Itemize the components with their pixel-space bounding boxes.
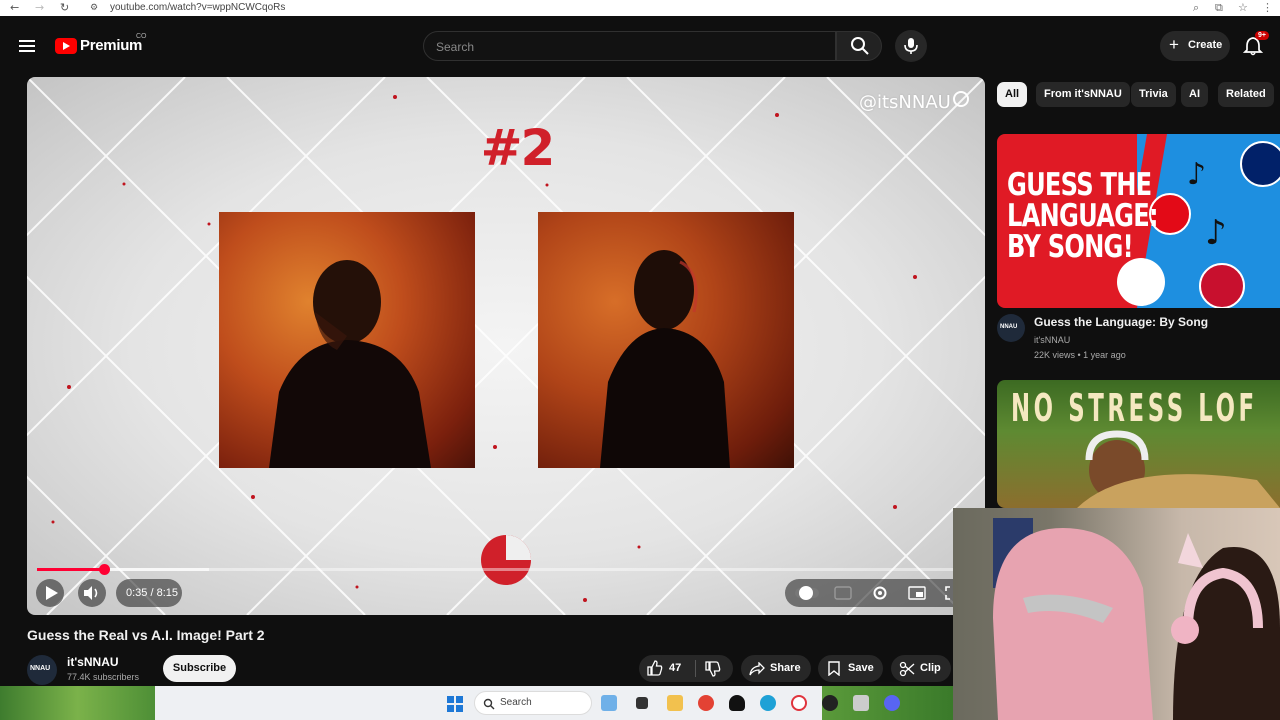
- reload-icon[interactable]: ↻: [60, 1, 69, 14]
- like-count: 47: [669, 662, 682, 674]
- discord-icon[interactable]: [884, 695, 900, 711]
- thumbnail-1-text: GUESS THE LANGUAGE: BY SONG!: [1007, 167, 1159, 265]
- obs-icon[interactable]: [822, 695, 838, 711]
- subscribe-button[interactable]: Subscribe: [163, 655, 236, 682]
- round-number: #2: [480, 119, 556, 177]
- edge-icon[interactable]: [760, 695, 776, 711]
- share-label: Share: [770, 662, 801, 674]
- taskbar-search-label: Search: [500, 697, 532, 708]
- progress-played: [37, 568, 104, 571]
- browser-toolbar: ← → ↻ ⚙ youtube.com/watch?v=wppNCWCqoRs …: [0, 0, 1280, 16]
- save-button[interactable]: Save: [818, 655, 883, 682]
- save-label: Save: [848, 662, 874, 674]
- share-button[interactable]: Share: [741, 655, 811, 682]
- volume-button[interactable]: [78, 579, 106, 607]
- taskbar-search[interactable]: Search: [474, 691, 592, 715]
- chrome-icon[interactable]: [698, 695, 714, 711]
- menu-icon[interactable]: [19, 40, 35, 52]
- install-icon[interactable]: ⧉: [1215, 1, 1223, 15]
- countdown-timer-icon: [481, 535, 531, 585]
- search-icon: [851, 37, 869, 55]
- country-code: CO: [136, 33, 147, 40]
- bookmark-icon: [828, 661, 840, 676]
- taskbar-search-icon: [483, 698, 495, 710]
- sidebar-thumbnail-2[interactable]: NO STRESS LOF: [997, 380, 1280, 508]
- forward-icon[interactable]: →: [35, 1, 44, 14]
- opera-icon[interactable]: [791, 695, 807, 711]
- watermark-ring-icon: [953, 91, 969, 107]
- microphone-icon: [904, 38, 918, 54]
- file-explorer-icon[interactable]: [667, 695, 683, 711]
- channel-watermark: @itsNNAU: [859, 92, 951, 113]
- dislike-button[interactable]: [696, 655, 733, 682]
- svg-text:♪: ♪: [1205, 213, 1227, 253]
- chip-all[interactable]: All: [997, 82, 1028, 107]
- like-button[interactable]: 47: [639, 655, 694, 682]
- scissors-icon: [899, 661, 915, 677]
- portrait-image-a: [219, 212, 475, 468]
- search-input[interactable]: [436, 38, 816, 56]
- search-button[interactable]: [836, 31, 882, 61]
- time-display: 0:35 / 8:15: [126, 587, 178, 599]
- notifications-button[interactable]: 9+: [1243, 31, 1269, 58]
- chip-from-channel[interactable]: From it'sNNAU: [1036, 82, 1130, 107]
- desktop-wallpaper-strip: [0, 686, 155, 720]
- subtitles-icon[interactable]: [834, 586, 852, 600]
- create-label: Create: [1188, 39, 1223, 51]
- windows-taskbar: Search: [0, 686, 953, 720]
- sidebar-channel-name[interactable]: it'sNNAU: [1034, 335, 1070, 345]
- widgets-icon[interactable]: [601, 695, 617, 711]
- thumbs-down-icon: [705, 661, 721, 677]
- clip-label: Clip: [920, 662, 941, 674]
- channel-avatar[interactable]: NNAU: [27, 655, 57, 685]
- voice-search-button[interactable]: [895, 30, 927, 62]
- volume-icon: [84, 586, 98, 600]
- windows-start-icon[interactable]: [447, 696, 463, 712]
- notification-badge: 9+: [1255, 31, 1269, 40]
- address-bar[interactable]: youtube.com/watch?v=wppNCWCqoRs: [110, 2, 285, 13]
- play-icon: [46, 586, 58, 600]
- video-player[interactable]: #2 @itsNNAU 0:35 / 8:15: [27, 77, 985, 615]
- zoom-icon[interactable]: ⌕: [1193, 1, 1199, 15]
- plus-icon: +: [1169, 35, 1179, 54]
- create-button[interactable]: + Create: [1160, 31, 1230, 61]
- share-arrow-icon: [749, 662, 765, 676]
- app-icon[interactable]: [729, 695, 745, 711]
- youtube-logo-icon[interactable]: [55, 38, 77, 54]
- chip-trivia[interactable]: Trivia: [1131, 82, 1176, 107]
- autoplay-toggle[interactable]: [795, 586, 819, 600]
- subscriber-count: 77.4K subscribers: [67, 672, 140, 682]
- search-box[interactable]: [423, 31, 836, 61]
- site-info-icon[interactable]: ⚙: [90, 3, 98, 13]
- channel-name[interactable]: it'sNNAU: [67, 655, 119, 669]
- sidebar-thumbnail-1[interactable]: ♪ ♪ GUESS THE LANGUAGE: BY SONG!: [997, 134, 1280, 308]
- masthead: Premium CO + Create 9+: [0, 16, 1280, 76]
- menu-dots-icon[interactable]: ⋮: [1262, 1, 1273, 14]
- clip-button[interactable]: Clip: [891, 655, 951, 682]
- chip-ai[interactable]: AI: [1181, 82, 1208, 107]
- svg-text:♪: ♪: [1187, 157, 1206, 192]
- settings-gear-icon[interactable]: [871, 584, 889, 602]
- back-icon[interactable]: ←: [10, 1, 19, 14]
- miniplayer-icon[interactable]: [908, 586, 926, 600]
- bookmark-star-icon[interactable]: ☆: [1238, 1, 1248, 14]
- portrait-image-b: [538, 212, 794, 468]
- sidebar-video-meta: 22K views • 1 year ago: [1034, 350, 1126, 360]
- streamer-camera-feed: [993, 518, 1280, 720]
- like-dislike-group: 47: [639, 655, 733, 682]
- chip-related[interactable]: Related: [1218, 82, 1274, 107]
- thumbs-up-icon: [647, 660, 663, 676]
- video-title: Guess the Real vs A.I. Image! Part 2: [27, 627, 265, 643]
- thumbnail-2-text: NO STRESS LOF: [1011, 386, 1258, 430]
- logo-text[interactable]: Premium: [80, 37, 142, 54]
- play-button[interactable]: [36, 579, 64, 607]
- app-icon-2[interactable]: [853, 695, 869, 711]
- progress-scrubber[interactable]: [99, 564, 110, 575]
- task-view-icon[interactable]: [636, 697, 648, 709]
- sidebar-channel-avatar[interactable]: NNAU: [997, 314, 1025, 342]
- sidebar-video-title[interactable]: Guess the Language: By Song: [1034, 315, 1208, 329]
- webcam-overlay: [953, 508, 1280, 720]
